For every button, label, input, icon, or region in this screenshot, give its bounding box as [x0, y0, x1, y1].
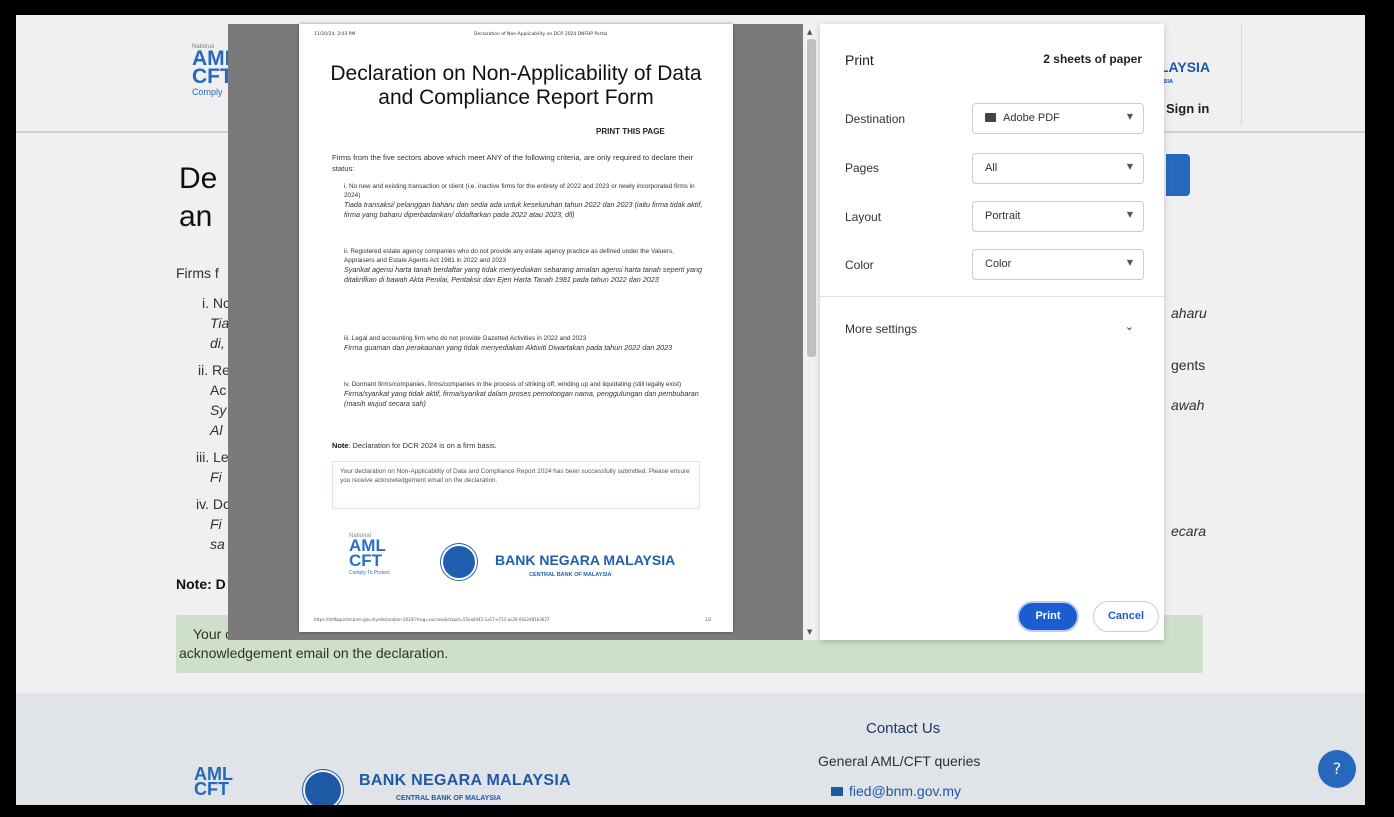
scroll-down-icon[interactable]: ▼	[807, 628, 812, 636]
chevron-down-icon: ▼	[1126, 210, 1133, 219]
printer-icon	[985, 113, 996, 122]
sheet-bnm-sub: CENTRAL BANK OF MALAYSIA	[529, 572, 612, 578]
browser-viewport: National AML CFT Comply LAYSIA YSIA Sign…	[16, 15, 1365, 805]
sheet-footer-url: https://dnfbpportal.bnm.gov.my/declarati…	[314, 617, 550, 622]
criterion-2-ms-fragment: Sy	[210, 402, 227, 418]
pages-label: Pages	[845, 161, 880, 175]
layout-label: Layout	[845, 210, 882, 224]
sheet-intro: Firms from the five sectors above which …	[332, 153, 694, 173]
sheet-header-date: 11/20/24, 3:03 PM	[314, 32, 356, 37]
settings-divider	[820, 296, 1164, 297]
criterion-2-ms-fragment-2: Al	[210, 422, 223, 438]
contact-email-link[interactable]: fied@bnm.gov.my	[831, 783, 961, 799]
preview-sheet: 11/20/24, 3:03 PM Declaration of Non-App…	[299, 24, 733, 632]
criterion-4-ms-fragment: Fi	[210, 516, 222, 532]
footer-aml-logo: AML CFT	[194, 764, 233, 800]
criterion-2-fragment-2: Ac	[210, 382, 227, 398]
sheet-bnm-emblem-icon	[441, 544, 477, 580]
sheet-bnm-name: BANK NEGARA MALAYSIA	[495, 552, 676, 568]
notice-text-line2: acknowledgement email on the declaration…	[179, 645, 449, 661]
header-divider	[1241, 25, 1242, 125]
notice-prefix: Your c	[193, 626, 233, 642]
preview-scrollbar[interactable]: ▲ ▼	[803, 24, 820, 640]
help-icon: ?	[1332, 759, 1342, 778]
right-fragment-2: gents	[1171, 357, 1206, 373]
note-fragment: Note: D	[176, 576, 226, 592]
footer-bnm-name: BANK NEGARA MALAYSIA	[359, 772, 571, 789]
right-fragment-4: ecara	[1171, 523, 1207, 539]
criterion-4-ms-fragment-2: sa	[210, 536, 225, 552]
bnm-brand-fragment: LAYSIA	[1160, 59, 1211, 75]
chevron-down-icon: ▼	[1126, 112, 1133, 121]
pages-select[interactable]: All ▼	[972, 153, 1144, 184]
more-settings-toggle[interactable]: More settings	[845, 322, 917, 336]
print-page-button-fragment[interactable]	[1166, 154, 1190, 196]
destination-select[interactable]: Adobe PDF ▼	[972, 103, 1144, 134]
criterion-2-fragment: ii. Re	[198, 362, 230, 378]
sheet-note: Note: Declaration for DCR 2024 is on a f…	[332, 441, 497, 450]
firms-text-fragment: Firms f	[176, 265, 219, 281]
sheet-title: Declaration on Non-Applicability of Data…	[330, 62, 702, 109]
sheet-criterion-1: i. No new and existing transaction or cl…	[344, 183, 703, 220]
sign-in-link[interactable]: Sign in	[1166, 101, 1209, 116]
envelope-icon	[831, 787, 843, 796]
sheet-header-title: Declaration of Non-Applicability on DCR …	[474, 32, 608, 37]
color-select[interactable]: Color ▼	[972, 249, 1144, 280]
print-button[interactable]: Print	[1017, 601, 1079, 632]
sheet-footer-page: 1/2	[705, 617, 712, 622]
sheet-aml-logo: National AML CFT Comply To Protect	[349, 533, 390, 576]
page-title-fragment: De an	[179, 162, 218, 233]
print-settings-panel: Print 2 sheets of paper Destination Adob…	[820, 24, 1164, 640]
chevron-down-icon: ▼	[1126, 258, 1133, 267]
sheet-count: 2 sheets of paper	[1043, 52, 1142, 66]
criterion-1-fragment: i. Nc	[202, 295, 230, 311]
criterion-3-fragment: iii. Le	[196, 449, 229, 465]
footer-bnm-sub: CENTRAL BANK OF MALAYSIA	[396, 795, 502, 802]
sheet-criterion-4: iv. Dormant firms/companies, firms/compa…	[344, 381, 699, 409]
destination-label: Destination	[845, 112, 906, 126]
cancel-button[interactable]: Cancel	[1093, 601, 1159, 632]
criterion-1-ms-fragment: Tia	[210, 315, 230, 331]
chevron-down-icon[interactable]: ⌄	[1125, 320, 1134, 333]
bnm-emblem-icon	[303, 770, 343, 805]
right-fragment-1: aharu	[1171, 305, 1207, 321]
contact-us-title: Contact Us	[866, 720, 941, 737]
right-fragment-3: awah	[1171, 397, 1205, 413]
general-queries-label: General AML/CFT queries	[818, 753, 981, 769]
sheet-print-this-page: PRINT THIS PAGE	[596, 127, 665, 136]
scroll-up-icon[interactable]: ▲	[807, 28, 812, 36]
layout-select[interactable]: Portrait ▼	[972, 201, 1144, 232]
criterion-4-fragment: iv. Dc	[196, 496, 230, 512]
sheet-criterion-3: iii. Legal and accounting firm who do no…	[344, 335, 673, 353]
help-chat-button[interactable]: ?	[1318, 750, 1356, 788]
print-dialog-title: Print	[845, 52, 874, 68]
chevron-down-icon: ▼	[1126, 162, 1133, 171]
sheet-criterion-2: ii. Registered estate agency companies w…	[344, 248, 703, 285]
criterion-3-ms-fragment: Fi	[210, 469, 222, 485]
criterion-1-ms-fragment-2: di,	[210, 335, 225, 351]
color-label: Color	[845, 258, 874, 272]
scrollbar-thumb[interactable]	[807, 39, 816, 357]
sheet-success-text: Your declaration on Non-Applicability of…	[340, 468, 690, 484]
